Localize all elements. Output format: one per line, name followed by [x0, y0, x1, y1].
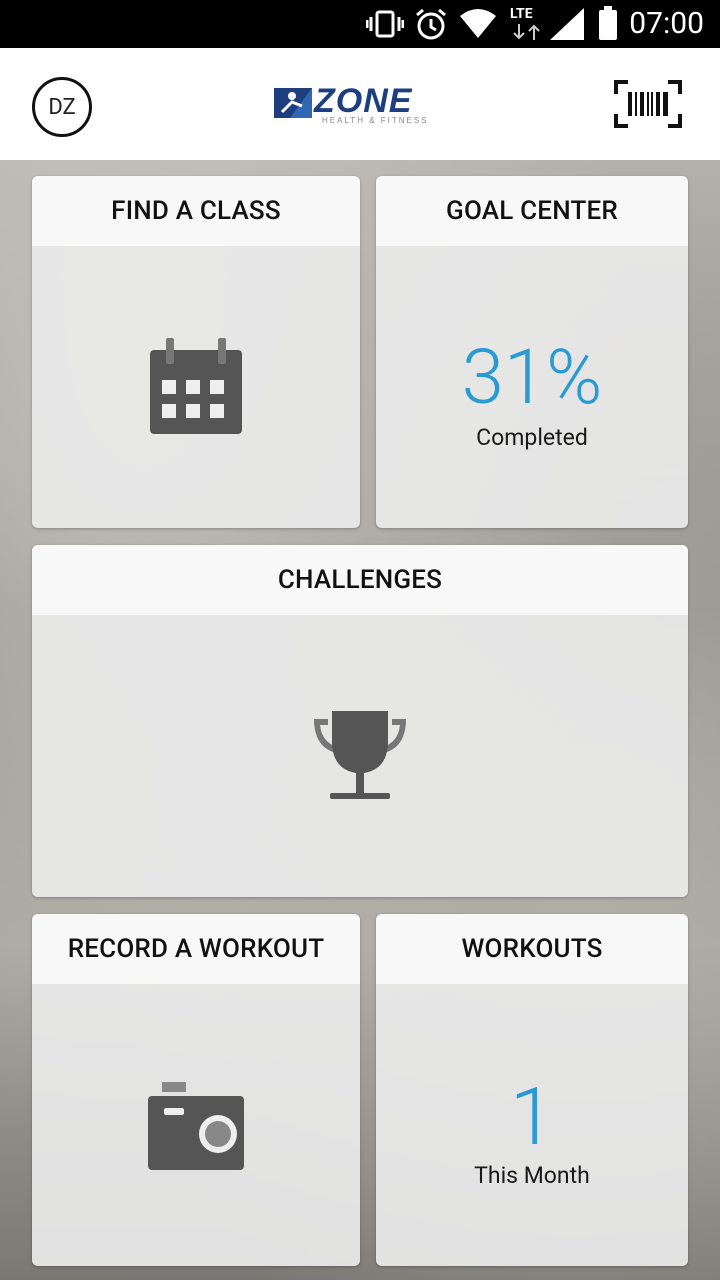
- barcode-scan-button[interactable]: [614, 80, 682, 128]
- logo-tagline: HEALTH & FITNESS: [322, 116, 429, 125]
- workouts-card[interactable]: WORKOUTS 1 This Month: [376, 914, 688, 1266]
- trophy-icon: [314, 711, 406, 799]
- status-bar: LTE 07:00: [0, 0, 720, 48]
- calendar-icon: [150, 338, 242, 434]
- challenges-title: CHALLENGES: [32, 545, 688, 615]
- workouts-count: 1: [509, 1070, 555, 1164]
- status-time: 07:00: [629, 6, 704, 41]
- avatar-initials: DZ: [48, 94, 76, 120]
- avatar[interactable]: DZ: [32, 77, 92, 137]
- battery-icon: [599, 6, 617, 40]
- challenges-card[interactable]: CHALLENGES: [32, 545, 688, 897]
- signal-icon: [550, 8, 584, 40]
- find-class-title: FIND A CLASS: [32, 176, 360, 246]
- app-header: DZ ZONE HEALTH & FITNESS: [0, 48, 720, 160]
- app-logo: ZONE HEALTH & FITNESS: [272, 82, 448, 126]
- alarm-icon: [416, 8, 446, 40]
- record-workout-title: RECORD A WORKOUT: [32, 914, 360, 984]
- record-workout-card[interactable]: RECORD A WORKOUT: [32, 914, 360, 1266]
- goal-center-title: GOAL CENTER: [376, 176, 688, 246]
- wifi-icon: [460, 9, 496, 38]
- camera-icon: [148, 1082, 244, 1170]
- data-arrows-icon: [513, 24, 540, 40]
- goal-center-card[interactable]: GOAL CENTER 31% Completed: [376, 176, 688, 528]
- goal-percent: 31%: [461, 332, 603, 422]
- goal-caption: Completed: [476, 424, 588, 451]
- barcode-icon: [614, 80, 682, 128]
- workouts-caption: This Month: [474, 1162, 590, 1189]
- network-type-label: LTE: [510, 6, 533, 22]
- workouts-title: WORKOUTS: [376, 914, 688, 984]
- vibrate-icon: [366, 10, 404, 38]
- find-class-card[interactable]: FIND A CLASS: [32, 176, 360, 528]
